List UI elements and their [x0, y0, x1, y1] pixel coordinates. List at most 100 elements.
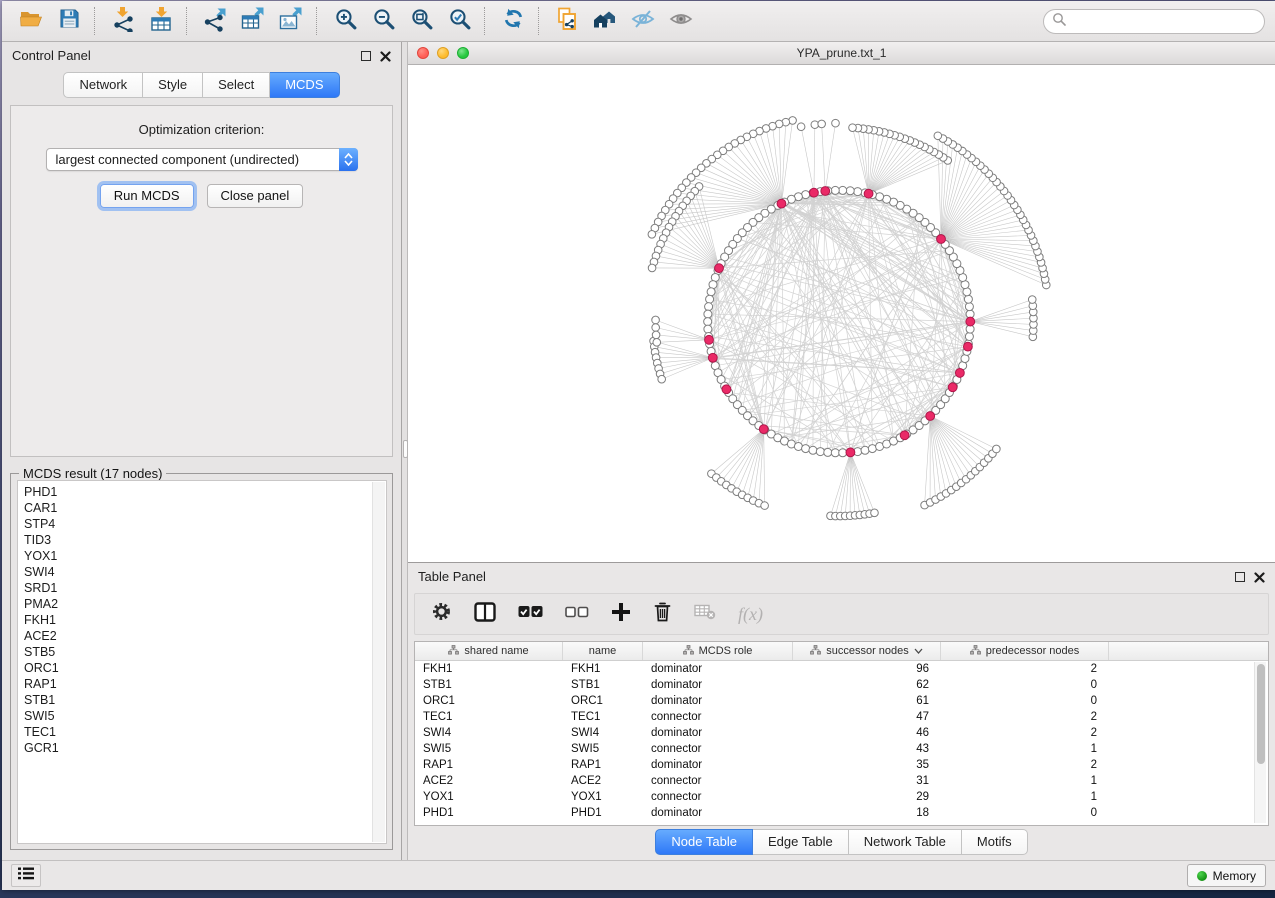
- result-node-item[interactable]: SWI5: [24, 708, 386, 724]
- tab-mcds[interactable]: MCDS: [270, 72, 339, 98]
- graph-node[interactable]: [648, 264, 656, 272]
- graph-node[interactable]: [1028, 296, 1036, 304]
- graph-node[interactable]: [849, 124, 857, 132]
- graph-mcds-node[interactable]: [864, 189, 873, 198]
- result-node-item[interactable]: TID3: [24, 532, 386, 548]
- graph-mcds-node[interactable]: [937, 235, 946, 244]
- graph-node[interactable]: [704, 310, 712, 318]
- close-panel-button[interactable]: Close panel: [207, 184, 304, 208]
- duplicate-network-button[interactable]: [548, 5, 586, 37]
- export-network-button[interactable]: [196, 5, 234, 37]
- save-session-button[interactable]: [50, 5, 88, 37]
- table-row[interactable]: SWI5SWI5connector431: [415, 741, 1268, 757]
- graph-node[interactable]: [707, 288, 715, 296]
- graph-node[interactable]: [839, 449, 847, 457]
- graph-node[interactable]: [648, 230, 656, 238]
- column-header-MCDS-role[interactable]: MCDS role: [643, 642, 793, 660]
- graph-node[interactable]: [652, 331, 660, 339]
- add-column-button[interactable]: [611, 599, 631, 629]
- column-header-name[interactable]: name: [563, 642, 643, 660]
- deselect-all-checkboxes-button[interactable]: [565, 599, 589, 629]
- graph-mcds-node[interactable]: [708, 353, 717, 362]
- close-table-panel-icon[interactable]: [1254, 571, 1265, 582]
- zoom-selected-button[interactable]: [440, 5, 478, 37]
- maximize-window-light[interactable]: [457, 47, 469, 59]
- open-session-button[interactable]: [12, 5, 50, 37]
- network-canvas[interactable]: [408, 65, 1275, 562]
- table-tab-network-table[interactable]: Network Table: [849, 829, 962, 855]
- graph-node[interactable]: [964, 295, 972, 303]
- result-node-item[interactable]: CAR1: [24, 500, 386, 516]
- zoom-fit-button[interactable]: [402, 5, 440, 37]
- result-node-item[interactable]: SWI4: [24, 564, 386, 580]
- table-row[interactable]: TEC1TEC1connector472: [415, 709, 1268, 725]
- import-table-button[interactable]: [142, 5, 180, 37]
- graph-node[interactable]: [965, 333, 973, 341]
- table-row[interactable]: STB1STB1dominator620: [415, 677, 1268, 693]
- tab-select[interactable]: Select: [203, 72, 270, 98]
- search-input[interactable]: [1072, 14, 1256, 28]
- memory-button[interactable]: Memory: [1187, 864, 1266, 887]
- result-node-item[interactable]: PHD1: [24, 484, 386, 500]
- graph-mcds-node[interactable]: [948, 383, 957, 392]
- table-tab-node-table[interactable]: Node Table: [655, 829, 753, 855]
- column-header-predecessor-nodes[interactable]: predecessor nodes: [941, 642, 1109, 660]
- table-row[interactable]: SWI4SWI4dominator462: [415, 725, 1268, 741]
- graph-node[interactable]: [993, 445, 1001, 453]
- graph-node[interactable]: [831, 186, 839, 194]
- graph-mcds-node[interactable]: [963, 342, 972, 351]
- graph-mcds-node[interactable]: [966, 317, 975, 326]
- result-node-item[interactable]: YOX1: [24, 548, 386, 564]
- panel-divider[interactable]: [401, 42, 408, 860]
- graph-node[interactable]: [832, 119, 840, 127]
- export-image-button[interactable]: [272, 5, 310, 37]
- float-table-panel-button[interactable]: [1235, 572, 1245, 582]
- result-scrollbar[interactable]: [372, 482, 385, 842]
- graph-node[interactable]: [704, 318, 712, 326]
- graph-node[interactable]: [854, 188, 862, 196]
- table-scrollbar-thumb[interactable]: [1257, 664, 1265, 764]
- table-row[interactable]: ORC1ORC1dominator610: [415, 693, 1268, 709]
- graph-node[interactable]: [802, 445, 810, 453]
- result-node-item[interactable]: STP4: [24, 516, 386, 532]
- float-panel-button[interactable]: [361, 51, 371, 61]
- tab-network[interactable]: Network: [63, 72, 143, 98]
- column-header-shared-name[interactable]: shared name: [415, 642, 563, 660]
- graph-node[interactable]: [704, 325, 712, 333]
- show-panels-button[interactable]: [11, 864, 41, 887]
- table-scrollbar[interactable]: [1254, 662, 1266, 823]
- graph-node[interactable]: [816, 448, 824, 456]
- graph-node[interactable]: [818, 120, 826, 128]
- graph-mcds-node[interactable]: [846, 448, 855, 457]
- graph-mcds-node[interactable]: [705, 335, 714, 344]
- import-network-button[interactable]: [104, 5, 142, 37]
- column-header-successor-nodes[interactable]: successor nodes: [793, 642, 941, 660]
- graph-mcds-node[interactable]: [810, 188, 819, 197]
- graph-node[interactable]: [797, 123, 805, 131]
- graph-node[interactable]: [653, 339, 661, 347]
- graph-node[interactable]: [652, 324, 660, 332]
- zoom-in-button[interactable]: [326, 5, 364, 37]
- run-mcds-button[interactable]: Run MCDS: [100, 184, 194, 208]
- result-node-item[interactable]: ORC1: [24, 660, 386, 676]
- minimize-window-light[interactable]: [437, 47, 449, 59]
- graph-node[interactable]: [809, 446, 817, 454]
- graph-node[interactable]: [652, 316, 660, 324]
- select-all-checkboxes-button[interactable]: [518, 599, 543, 629]
- result-node-item[interactable]: STB5: [24, 644, 386, 660]
- graph-mcds-node[interactable]: [722, 385, 731, 394]
- table-row[interactable]: RAP1RAP1dominator352: [415, 757, 1268, 773]
- show-all-button[interactable]: [662, 5, 700, 37]
- graph-node[interactable]: [705, 303, 713, 311]
- graph-node[interactable]: [871, 509, 879, 517]
- table-tab-edge-table[interactable]: Edge Table: [753, 829, 849, 855]
- show-column-panel-button[interactable]: [474, 599, 496, 629]
- graph-mcds-node[interactable]: [955, 368, 964, 377]
- graph-mcds-node[interactable]: [900, 431, 909, 440]
- result-node-item[interactable]: SRD1: [24, 580, 386, 596]
- graph-node[interactable]: [846, 187, 854, 195]
- zoom-out-button[interactable]: [364, 5, 402, 37]
- first-neighbors-button[interactable]: [586, 5, 624, 37]
- close-window-light[interactable]: [417, 47, 429, 59]
- graph-mcds-node[interactable]: [777, 199, 786, 208]
